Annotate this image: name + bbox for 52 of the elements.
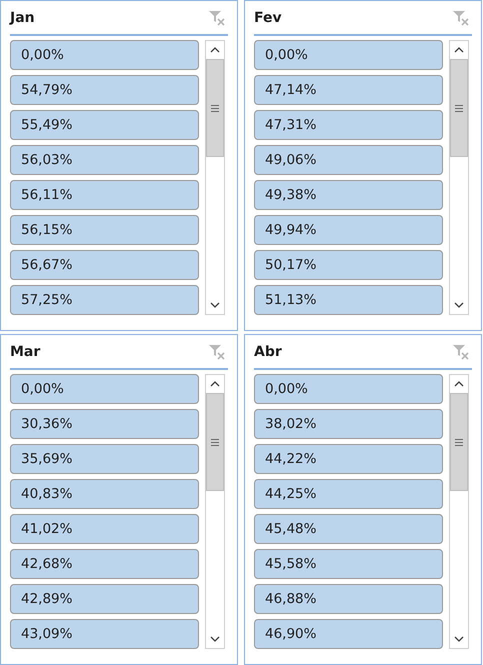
slicer-item[interactable]: 46,90% — [254, 619, 443, 649]
slicer-item[interactable]: 49,94% — [254, 215, 443, 245]
slicer-item[interactable]: 51,13% — [254, 285, 443, 315]
slicer-item[interactable]: 40,83% — [10, 479, 199, 509]
clear-filter-icon[interactable] — [208, 344, 226, 360]
clear-filter-icon[interactable] — [452, 10, 470, 26]
slicer-title: Fev — [254, 10, 282, 26]
scrollbar[interactable] — [205, 374, 225, 649]
slicer-item[interactable]: 42,89% — [10, 584, 199, 614]
slicer-item[interactable]: 54,79% — [10, 75, 199, 105]
slicer-item[interactable]: 49,38% — [254, 180, 443, 210]
slicer-item[interactable]: 0,00% — [254, 40, 443, 70]
clear-filter-icon[interactable] — [208, 10, 226, 26]
scroll-thumb[interactable] — [450, 59, 468, 157]
slicer-item[interactable]: 0,00% — [10, 374, 199, 404]
slicer-item[interactable]: 49,06% — [254, 145, 443, 175]
slicer-item[interactable]: 47,31% — [254, 110, 443, 140]
slicer-item[interactable]: 56,03% — [10, 145, 199, 175]
slicer-item[interactable]: 45,58% — [254, 549, 443, 579]
slicer-title: Jan — [10, 10, 35, 26]
slicer-item[interactable]: 55,49% — [10, 110, 199, 140]
grip-icon — [211, 104, 219, 112]
slicer-item[interactable]: 56,11% — [10, 180, 199, 210]
slicer-item[interactable]: 41,02% — [10, 514, 199, 544]
slicer-item[interactable]: 30,36% — [10, 409, 199, 439]
slicer-item[interactable]: 56,15% — [10, 215, 199, 245]
slicer-item[interactable]: 42,68% — [10, 549, 199, 579]
slicer-item[interactable]: 38,02% — [254, 409, 443, 439]
scrollbar[interactable] — [449, 40, 469, 315]
slicer-item[interactable]: 0,00% — [10, 40, 199, 70]
scroll-thumb[interactable] — [450, 393, 468, 491]
grip-icon — [455, 438, 463, 446]
scroll-thumb[interactable] — [206, 59, 224, 157]
scroll-thumb[interactable] — [206, 393, 224, 491]
slicer-item[interactable]: 56,67% — [10, 250, 199, 280]
slicer-item[interactable]: 44,25% — [254, 479, 443, 509]
slicer-item[interactable]: 57,25% — [10, 285, 199, 315]
slicer-item[interactable]: 47,14% — [254, 75, 443, 105]
grip-icon — [455, 104, 463, 112]
slicer-title: Abr — [254, 344, 282, 360]
scrollbar[interactable] — [449, 374, 469, 649]
slicer-item[interactable]: 50,17% — [254, 250, 443, 280]
slicer-title: Mar — [10, 344, 40, 360]
slicer-item[interactable]: 43,09% — [10, 619, 199, 649]
scrollbar[interactable] — [205, 40, 225, 315]
slicer-item[interactable]: 44,22% — [254, 444, 443, 474]
grip-icon — [211, 438, 219, 446]
slicer-item[interactable]: 0,00% — [254, 374, 443, 404]
slicer-item[interactable]: 35,69% — [10, 444, 199, 474]
clear-filter-icon[interactable] — [452, 344, 470, 360]
slicer-item[interactable]: 46,88% — [254, 584, 443, 614]
slicer-item[interactable]: 45,48% — [254, 514, 443, 544]
